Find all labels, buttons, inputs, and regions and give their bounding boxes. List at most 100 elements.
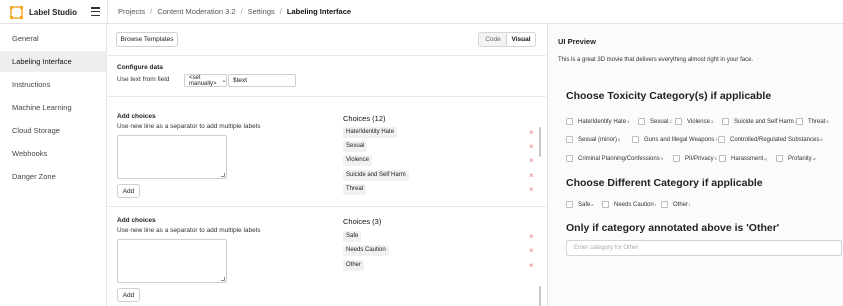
checkbox-icon — [602, 201, 609, 208]
different-category-heading: Choose Different Category if applicable — [566, 177, 763, 189]
delete-choice-icon[interactable]: × — [529, 172, 534, 180]
brand[interactable]: Label Studio — [10, 5, 77, 19]
checkbox-icon — [566, 201, 573, 208]
chevron-down-icon: ⌄ — [221, 78, 227, 84]
add-button[interactable]: Add — [117, 288, 140, 302]
configure-data-title: Configure data — [117, 64, 163, 71]
choice-item: Sexual — [343, 141, 368, 152]
resize-handle-icon[interactable] — [221, 277, 225, 281]
choice-checkbox[interactable]: Other t — [661, 200, 690, 209]
checkbox-icon — [566, 136, 573, 143]
choice-checkbox[interactable]: Guns and Illegal Weapons 7 — [632, 135, 718, 144]
choice-checkbox[interactable]: Needs Caution r — [602, 200, 656, 209]
checkbox-icon — [661, 201, 668, 208]
delete-choice-icon[interactable]: × — [529, 233, 534, 241]
menu-icon[interactable] — [91, 7, 100, 16]
sidebar-item-machine-learning[interactable]: Machine Learning — [0, 97, 106, 118]
add-choices-hint: Use new line as a separator to add multi… — [117, 227, 261, 234]
checkbox-icon — [566, 118, 573, 125]
choice-item: Needs Caution — [343, 245, 389, 256]
field-select-value: <set manually> — [189, 74, 217, 87]
delete-choice-icon[interactable]: × — [529, 129, 534, 137]
choice-checkbox[interactable]: Sexual (minor) 6 — [566, 135, 620, 144]
sidebar-item-general[interactable]: General — [0, 28, 106, 49]
breadcrumb-separator: / — [240, 7, 243, 16]
delete-choice-icon[interactable]: × — [529, 262, 534, 270]
choice-checkbox[interactable]: Safe e — [566, 200, 594, 209]
field-select[interactable]: <set manually> ⌄ — [184, 74, 227, 87]
sidebar-item-cloud-storage[interactable]: Cloud Storage — [0, 120, 106, 141]
tab-visual[interactable]: Visual — [507, 33, 535, 46]
sidebar-item-danger-zone[interactable]: Danger Zone — [0, 166, 106, 187]
choice-item: Violence — [343, 155, 372, 166]
choice-checkbox[interactable]: Profanity w — [776, 154, 816, 163]
choice-item: Hate/Identity Hate — [343, 127, 398, 138]
divider — [108, 206, 546, 207]
toxicity-heading: Choose Toxicity Category(s) if applicabl… — [566, 90, 772, 102]
editor-scrollbar[interactable] — [539, 286, 541, 306]
checkbox-icon — [675, 118, 682, 125]
choice-checkbox[interactable]: Sexual 2 — [638, 117, 672, 126]
sidebar-item-webhooks[interactable]: Webhooks — [0, 143, 106, 164]
delete-choice-icon[interactable]: × — [529, 143, 534, 151]
ui-preview-title: UI Preview — [558, 37, 596, 46]
checkbox-icon — [719, 155, 726, 162]
choice-checkbox[interactable]: Violence 3 — [675, 117, 713, 126]
add-choices-textarea[interactable] — [117, 239, 227, 283]
checkbox-icon — [776, 155, 783, 162]
checkbox-icon — [673, 155, 680, 162]
add-button[interactable]: Add — [117, 184, 140, 198]
labeling-config-editor: Browse Templates Code Visual Configure d… — [108, 24, 546, 306]
app-name: Label Studio — [29, 7, 77, 17]
choice-checkbox[interactable]: Controlled/Regulated Substances 8 — [718, 135, 823, 144]
sidebar-item-instructions[interactable]: Instructions — [0, 74, 106, 95]
choice-checkbox[interactable]: Hate/Identity Hate 1 — [566, 117, 629, 126]
choices-list-title: Choices (3) — [343, 217, 382, 226]
breadcrumb-projects[interactable]: Projects — [118, 7, 145, 16]
choices-list-title: Choices (12) — [343, 114, 386, 123]
breadcrumb-current: Labeling Interface — [286, 7, 352, 16]
preview-text: This is a great 3D movie that delivers e… — [558, 57, 754, 63]
breadcrumb: Projects / Content Moderation 3.2 / Sett… — [118, 7, 351, 16]
checkbox-icon — [638, 118, 645, 125]
choice-item: Other — [343, 260, 365, 271]
topbar-divider — [107, 0, 108, 24]
breadcrumb-project[interactable]: Content Moderation 3.2 — [157, 7, 235, 16]
tab-code[interactable]: Code — [479, 33, 507, 46]
choice-item: Threat — [343, 184, 367, 195]
sidebar-item-labeling-interface[interactable]: Labeling Interface — [0, 51, 106, 72]
other-category-heading: Only if category annotated above is 'Oth… — [566, 222, 780, 234]
choice-checkbox[interactable]: Suicide and Self Harm4 — [722, 117, 797, 126]
choice-checkbox[interactable]: Harassment q — [719, 154, 767, 163]
settings-sidebar: General Labeling Interface Instructions … — [0, 24, 107, 306]
add-choices-hint: Use new line as a separator to add multi… — [117, 123, 261, 130]
field-value-input[interactable]: $text — [228, 74, 296, 87]
delete-choice-icon[interactable]: × — [529, 247, 534, 255]
resize-handle-icon[interactable] — [221, 173, 225, 177]
ui-preview-panel: UI Preview This is a great 3D movie that… — [547, 24, 843, 306]
checkbox-icon — [722, 118, 729, 125]
choice-checkbox[interactable]: Criminal Planning/Confessions 9 — [566, 154, 663, 163]
divider — [108, 96, 546, 97]
breadcrumb-settings[interactable]: Settings — [248, 7, 275, 16]
add-choices-title: Add choices — [117, 113, 156, 120]
add-choices-textarea[interactable] — [117, 135, 227, 179]
other-category-input[interactable]: Enter category for Other — [566, 240, 842, 256]
editor-mode-toggle: Code Visual — [478, 32, 536, 47]
choice-item: Safe — [343, 231, 362, 242]
checkbox-icon — [632, 136, 639, 143]
add-choices-title: Add choices — [117, 217, 156, 224]
checkbox-icon — [566, 155, 573, 162]
choices-scrollbar[interactable] — [539, 127, 541, 157]
breadcrumb-separator: / — [150, 7, 153, 16]
browse-templates-button[interactable]: Browse Templates — [116, 32, 178, 47]
choice-item: Suicide and Self Harm — [343, 170, 409, 181]
field-label: Use text from field — [117, 76, 170, 83]
delete-choice-icon[interactable]: × — [529, 157, 534, 165]
choice-checkbox[interactable]: Threat 5 — [796, 117, 829, 126]
label-studio-logo-icon — [10, 5, 23, 19]
delete-choice-icon[interactable]: × — [529, 186, 534, 194]
checkbox-icon — [796, 118, 803, 125]
choice-checkbox[interactable]: PII/Privacy 0 — [673, 154, 717, 163]
top-bar: Label Studio Projects / Content Moderati… — [0, 0, 843, 24]
